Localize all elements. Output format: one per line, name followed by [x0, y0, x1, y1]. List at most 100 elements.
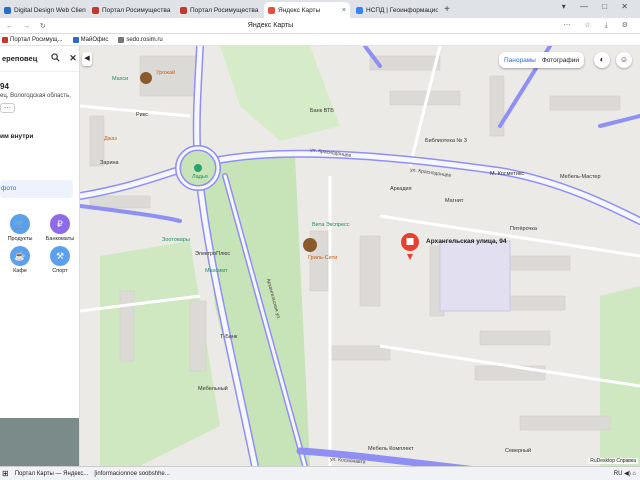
map-drawing	[80, 46, 640, 466]
search-query[interactable]: ереповец	[2, 54, 43, 63]
browser-tab[interactable]: Портал Росимущества×	[88, 2, 174, 18]
navigation-buttons[interactable]: ← → ↻	[6, 22, 50, 30]
add-photo-label: фото	[1, 185, 17, 192]
tab-favicon-icon	[268, 6, 275, 14]
building	[89, 195, 151, 209]
category-button[interactable]: ☕ Кафе	[0, 246, 40, 274]
search-icon[interactable]	[49, 53, 61, 64]
building	[89, 115, 105, 167]
panoramas-toggle[interactable]: Панорамы	[504, 57, 536, 64]
browser-tab-bar: Digital Design Web Client×Портал Росимущ…	[0, 0, 640, 18]
bookmark-favicon-icon	[72, 36, 79, 43]
tray-text: RU ◀) ⌂	[613, 471, 636, 477]
map-label[interactable]: Аркадия	[390, 186, 412, 192]
poi-dot	[140, 72, 152, 84]
satellite-minimap[interactable]	[0, 418, 79, 466]
map-copyright[interactable]: RuDesktop Справка	[588, 458, 638, 464]
park-area	[600, 286, 640, 466]
place-sidebar: ереповец ✕ 94 ец, Вологодская область, ⋯…	[0, 46, 80, 466]
bookmark-favicon-icon	[2, 36, 8, 43]
park-area	[220, 46, 340, 141]
bookmarks-bar: Портал Росимущ... МайОфис sedo.rosim.ru	[0, 34, 640, 46]
tab-close-icon[interactable]: ×	[342, 7, 346, 14]
category-button[interactable]: ⚒ Спорт	[40, 246, 79, 274]
category-label: Продукты	[7, 236, 33, 242]
bookmark-item[interactable]: Портал Росимущ...	[2, 36, 63, 43]
tab-favicon-icon	[92, 6, 99, 14]
map-label[interactable]: Северный	[505, 448, 531, 454]
browser-tab[interactable]: НСПД | Геоинформацио×	[352, 2, 438, 18]
system-tray[interactable]: RU ◀) ⌂	[614, 470, 640, 477]
tab-favicon-icon	[180, 6, 187, 14]
map-label[interactable]: Рикс	[136, 112, 148, 118]
photos-toggle[interactable]: Фотографии	[542, 57, 579, 64]
new-tab-button[interactable]: +	[440, 2, 454, 18]
map-label[interactable]: М. Косметикс	[490, 171, 524, 177]
map-label[interactable]: Гриль-Сити	[308, 255, 337, 261]
collapse-sidebar-button[interactable]: ◀	[82, 52, 92, 66]
building	[189, 300, 207, 372]
place-heading: 94	[0, 82, 9, 91]
map-label[interactable]: Банк ВТБ	[310, 108, 334, 114]
close-icon[interactable]: ✕	[67, 53, 79, 64]
map-label[interactable]: Магнит	[445, 198, 463, 204]
map-label[interactable]: Библиотека № 3	[425, 138, 467, 144]
add-photo-button[interactable]: фото	[0, 180, 73, 198]
category-icon: 🛒	[10, 214, 30, 234]
map-label[interactable]: Ладья	[192, 174, 208, 180]
taskbar-item-label: [informacionnoe soobshhe...	[94, 470, 170, 477]
browser-tab[interactable]: Digital Design Web Client×	[0, 2, 86, 18]
taskbar-item-browser[interactable]: Портал Карты — Яндекс...	[15, 471, 89, 477]
bookmark-label: МайОфис	[80, 36, 109, 43]
category-label: Банкоматы	[45, 236, 75, 242]
map-label[interactable]: Мебель Комплект	[368, 446, 414, 452]
search-box[interactable]: ереповец ✕	[0, 46, 79, 72]
pin-address-label[interactable]: Архангельская улица, 94	[426, 238, 506, 245]
category-label: Спорт	[52, 268, 68, 274]
map-label[interactable]: Вита Экспресс	[312, 222, 350, 228]
window-controls[interactable]: ▾ — □ ✕	[562, 2, 634, 11]
taskbar-item-document[interactable]: [informacionnoe soobshhe...	[94, 471, 169, 477]
building	[479, 330, 551, 346]
category-icon: ⚒	[50, 246, 70, 266]
map-label[interactable]: Т-Банк	[220, 334, 237, 340]
tab-favicon-icon	[4, 6, 11, 14]
building	[519, 415, 611, 431]
place-address: ец, Вологодская область,	[0, 93, 71, 99]
map-label[interactable]: Зоотовары	[162, 237, 190, 243]
map-label[interactable]: Пятёрочка	[510, 226, 537, 232]
address-bar: ← → ↻ Яндекс Карты ⋯ ☆ ⤓ ⚙	[0, 18, 640, 34]
toolbar-icons[interactable]: ⋯ ☆ ⤓ ⚙	[564, 21, 634, 30]
bookmark-item[interactable]: МайОфис	[72, 36, 109, 43]
main-road	[598, 114, 640, 128]
browser-tab[interactable]: Яндекс Карты ×	[264, 2, 350, 18]
layers-icon[interactable]: ◐	[594, 52, 610, 68]
browser-tab[interactable]: Портал Росимущества×	[176, 2, 262, 18]
bookmark-item[interactable]: sedo.rosim.ru	[118, 36, 163, 43]
tab-close-icon[interactable]: ×	[173, 7, 174, 14]
map-mode-toggle: Панорамы Фотографии	[498, 52, 584, 68]
inside-section-title[interactable]: им внутри	[0, 133, 79, 140]
map-label[interactable]: Мебельный	[198, 386, 228, 392]
location-pin	[401, 233, 419, 260]
user-avatar-icon[interactable]: ☺	[616, 52, 632, 68]
building	[119, 290, 135, 362]
map-canvas[interactable]: Махси Урожай Рикс Банк ВТБ Джаз Зарина Библиот…	[80, 46, 640, 466]
start-icon[interactable]: ⊞	[2, 469, 9, 478]
map-label[interactable]: Джаз	[104, 136, 117, 142]
tab-close-icon[interactable]: ×	[261, 7, 262, 14]
tab-favicon-icon	[356, 6, 363, 14]
category-button[interactable]: ₽ Банкоматы	[40, 214, 79, 242]
map-label[interactable]: Махсимт	[205, 268, 228, 274]
map-label[interactable]: Махси	[112, 76, 128, 82]
map-label[interactable]: Урожай	[156, 70, 175, 76]
tab-label: НСПД | Геоинформацио	[366, 6, 438, 14]
street	[80, 104, 191, 118]
os-taskbar: ⊞ Портал Карты — Яндекс... [informacionn…	[0, 466, 640, 480]
map-label[interactable]: Мебель-Мастер	[560, 174, 601, 180]
map-label[interactable]: ЭлектроПлюс	[195, 251, 230, 257]
category-button[interactable]: 🛒 Продукты	[0, 214, 40, 242]
more-button[interactable]: ⋯	[0, 103, 15, 113]
poi-dot	[194, 164, 202, 172]
map-label[interactable]: Зарина	[100, 160, 119, 166]
